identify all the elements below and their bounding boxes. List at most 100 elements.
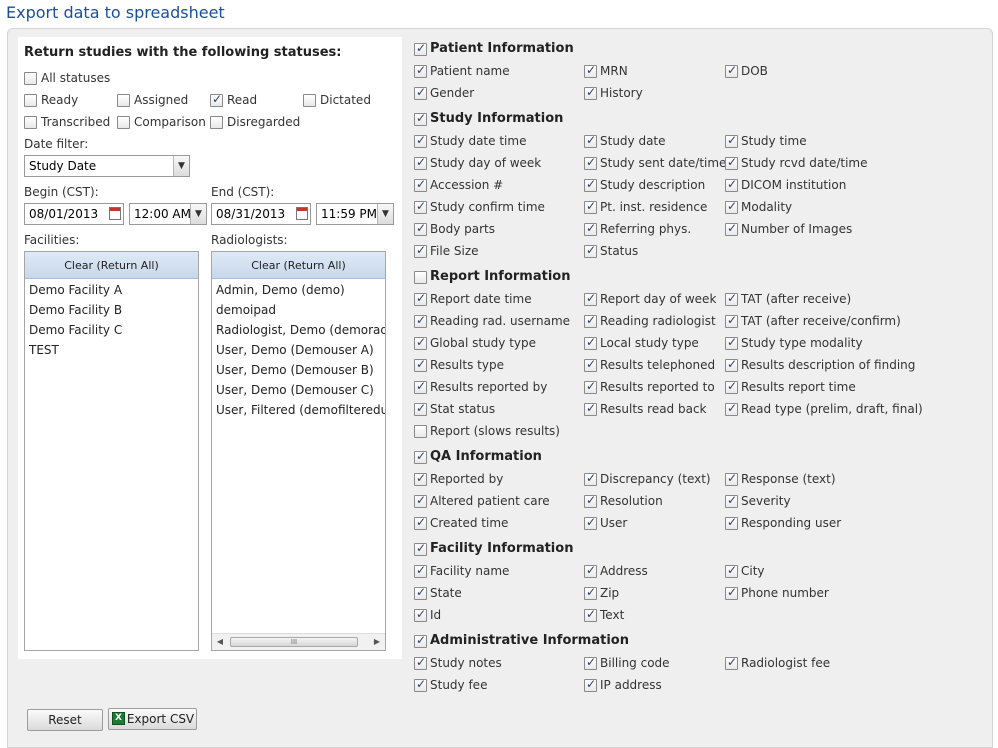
field-checkbox[interactable] — [414, 63, 427, 78]
list-item[interactable]: demoipad — [212, 300, 385, 320]
field-checkbox[interactable] — [584, 655, 597, 670]
field-checkbox[interactable] — [584, 85, 597, 100]
field-checkbox[interactable] — [725, 655, 738, 670]
chevron-down-icon[interactable]: ▼ — [173, 156, 189, 176]
radiologists-list[interactable]: Clear (Return All) Admin, Demo (demo) dem… — [211, 251, 386, 651]
patient-informationsection-checkbox[interactable] — [414, 41, 427, 56]
facility-informationsection-checkbox[interactable] — [414, 541, 427, 556]
list-item[interactable]: User, Demo (Demouser B) — [212, 360, 385, 380]
status-transcribed-checkbox[interactable] — [24, 116, 37, 129]
field-checkbox[interactable] — [584, 63, 597, 78]
field-checkbox[interactable] — [414, 155, 427, 170]
field-checkbox[interactable] — [584, 563, 597, 578]
field-checkbox[interactable] — [414, 243, 427, 258]
field-checkbox[interactable] — [414, 291, 427, 306]
field-checkbox[interactable] — [584, 313, 597, 328]
list-item[interactable]: User, Filtered (demofiltereduse — [212, 400, 385, 420]
field-checkbox[interactable] — [414, 177, 427, 192]
field-checkbox[interactable] — [584, 677, 597, 692]
field-checkbox[interactable] — [584, 471, 597, 486]
reset-button[interactable]: Reset — [27, 709, 103, 731]
export-csv-button[interactable]: X Export CSV — [108, 708, 197, 730]
list-item[interactable]: User, Demo (Demouser A) — [212, 340, 385, 360]
status-ready-checkbox[interactable] — [24, 94, 37, 107]
status-assigned-checkbox[interactable] — [117, 94, 130, 107]
field-checkbox[interactable] — [414, 425, 427, 438]
field-checkbox[interactable] — [725, 401, 738, 416]
date-filter-select[interactable]: Study Date ▼ — [24, 155, 190, 177]
field-checkbox[interactable] — [584, 585, 597, 600]
field-checkbox[interactable] — [725, 379, 738, 394]
field-checkbox[interactable] — [414, 515, 427, 530]
list-item[interactable]: Demo Facility C — [25, 320, 198, 340]
field-checkbox[interactable] — [584, 379, 597, 394]
calendar-icon[interactable] — [296, 207, 308, 220]
field-checkbox[interactable] — [414, 585, 427, 600]
field-checkbox[interactable] — [725, 493, 738, 508]
status-read-checkbox[interactable] — [210, 92, 223, 107]
begin-date-input[interactable]: 08/01/2013 — [24, 203, 124, 225]
field-checkbox[interactable] — [725, 471, 738, 486]
begin-time-select[interactable]: 12:00 AM ▼ — [129, 203, 207, 225]
field-checkbox[interactable] — [414, 379, 427, 394]
field-checkbox[interactable] — [414, 677, 427, 692]
field-checkbox[interactable] — [414, 313, 427, 328]
end-date-input[interactable]: 08/31/2013 — [211, 203, 311, 225]
field-checkbox[interactable] — [725, 177, 738, 192]
status-all-checkbox[interactable] — [24, 72, 37, 85]
field-checkbox[interactable] — [725, 585, 738, 600]
end-time-select[interactable]: 11:59 PM ▼ — [316, 203, 394, 225]
field-checkbox[interactable] — [725, 63, 738, 78]
field-checkbox[interactable] — [414, 607, 427, 622]
field-checkbox[interactable] — [414, 199, 427, 214]
scroll-left-icon[interactable]: ◀ — [212, 634, 228, 650]
field-checkbox[interactable] — [414, 221, 427, 236]
radiologists-clear-button[interactable]: Clear (Return All) — [212, 252, 385, 279]
chevron-down-icon[interactable]: ▼ — [377, 204, 393, 224]
field-checkbox[interactable] — [584, 401, 597, 416]
field-checkbox[interactable] — [584, 515, 597, 530]
field-checkbox[interactable] — [414, 133, 427, 148]
field-checkbox[interactable] — [584, 493, 597, 508]
field-checkbox[interactable] — [725, 133, 738, 148]
horizontal-scrollbar[interactable]: ◀ III ▶ — [212, 633, 385, 650]
field-checkbox[interactable] — [584, 221, 597, 236]
field-checkbox[interactable] — [584, 177, 597, 192]
field-checkbox[interactable] — [414, 655, 427, 670]
field-checkbox[interactable] — [725, 563, 738, 578]
field-checkbox[interactable] — [414, 335, 427, 350]
field-checkbox[interactable] — [584, 291, 597, 306]
list-item[interactable]: TEST — [25, 340, 198, 360]
scroll-thumb[interactable]: III — [230, 637, 358, 647]
report-informationsection-checkbox[interactable] — [414, 271, 427, 284]
list-item[interactable]: Demo Facility B — [25, 300, 198, 320]
field-checkbox[interactable] — [725, 291, 738, 306]
field-checkbox[interactable] — [414, 401, 427, 416]
field-checkbox[interactable] — [584, 199, 597, 214]
status-dictated-checkbox[interactable] — [303, 94, 316, 107]
calendar-icon[interactable] — [109, 207, 121, 220]
facilities-clear-button[interactable]: Clear (Return All) — [25, 252, 198, 279]
field-checkbox[interactable] — [584, 357, 597, 372]
status-comparison-checkbox[interactable] — [117, 116, 130, 129]
list-item[interactable]: Demo Facility A — [25, 280, 198, 300]
list-item[interactable]: Admin, Demo (demo) — [212, 280, 385, 300]
administrative-informationsection-checkbox[interactable] — [414, 633, 427, 648]
field-checkbox[interactable] — [584, 243, 597, 258]
field-checkbox[interactable] — [584, 335, 597, 350]
field-checkbox[interactable] — [725, 313, 738, 328]
chevron-down-icon[interactable]: ▼ — [190, 204, 206, 224]
field-checkbox[interactable] — [584, 133, 597, 148]
status-disregarded-checkbox[interactable] — [210, 116, 223, 129]
field-checkbox[interactable] — [414, 471, 427, 486]
study-informationsection-checkbox[interactable] — [414, 111, 427, 126]
list-item[interactable]: Radiologist, Demo (demorad) — [212, 320, 385, 340]
field-checkbox[interactable] — [725, 335, 738, 350]
field-checkbox[interactable] — [725, 357, 738, 372]
field-checkbox[interactable] — [584, 155, 597, 170]
facilities-list[interactable]: Clear (Return All) Demo Facility A Demo F… — [24, 251, 199, 651]
field-checkbox[interactable] — [414, 357, 427, 372]
field-checkbox[interactable] — [725, 199, 738, 214]
field-checkbox[interactable] — [725, 155, 738, 170]
field-checkbox[interactable] — [725, 515, 738, 530]
